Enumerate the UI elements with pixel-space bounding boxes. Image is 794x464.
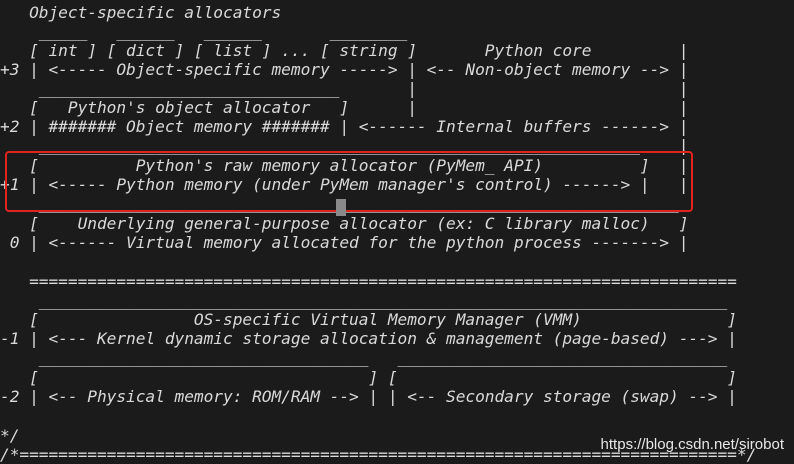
code-line: +2 | ####### Object memory ####### | <--… [0,117,689,136]
code-line: +3 | <----- Object-specific memory -----… [0,60,689,79]
code-line: -2 | <-- Physical memory: ROM/RAM --> | … [0,387,737,406]
code-line: _______________________________ | | [0,79,689,98]
code-line: __________________________________ _____… [0,348,728,367]
code-line: [ int ] [ dict ] [ list ] ... [ string ]… [0,41,689,60]
code-line: */ [0,426,20,445]
highlight-box [5,151,693,212]
code-line: _____ ______ ______ ________ [0,22,408,41]
code-line: 0 | <------ Virtual memory allocated for… [0,233,689,252]
code-line: Object-specific allocators [0,3,282,22]
code-line: [ ] [ ] [0,368,737,387]
code-editor[interactable]: Object-specific allocators _____ ______ … [0,0,794,464]
code-line: -1 | <--- Kernel dynamic storage allocat… [0,329,737,348]
code-line: ________________________________________… [0,291,728,310]
code-line: [ Python's object allocator ] | | [0,98,689,117]
text-cursor [336,199,346,216]
watermark: https://blog.csdn.net/sirobot [600,436,784,453]
code-line: [ Underlying general-purpose allocator (… [0,214,689,233]
code-line: ========================================… [0,272,737,291]
code-line: [ OS-specific Virtual Memory Manager (VM… [0,310,737,329]
